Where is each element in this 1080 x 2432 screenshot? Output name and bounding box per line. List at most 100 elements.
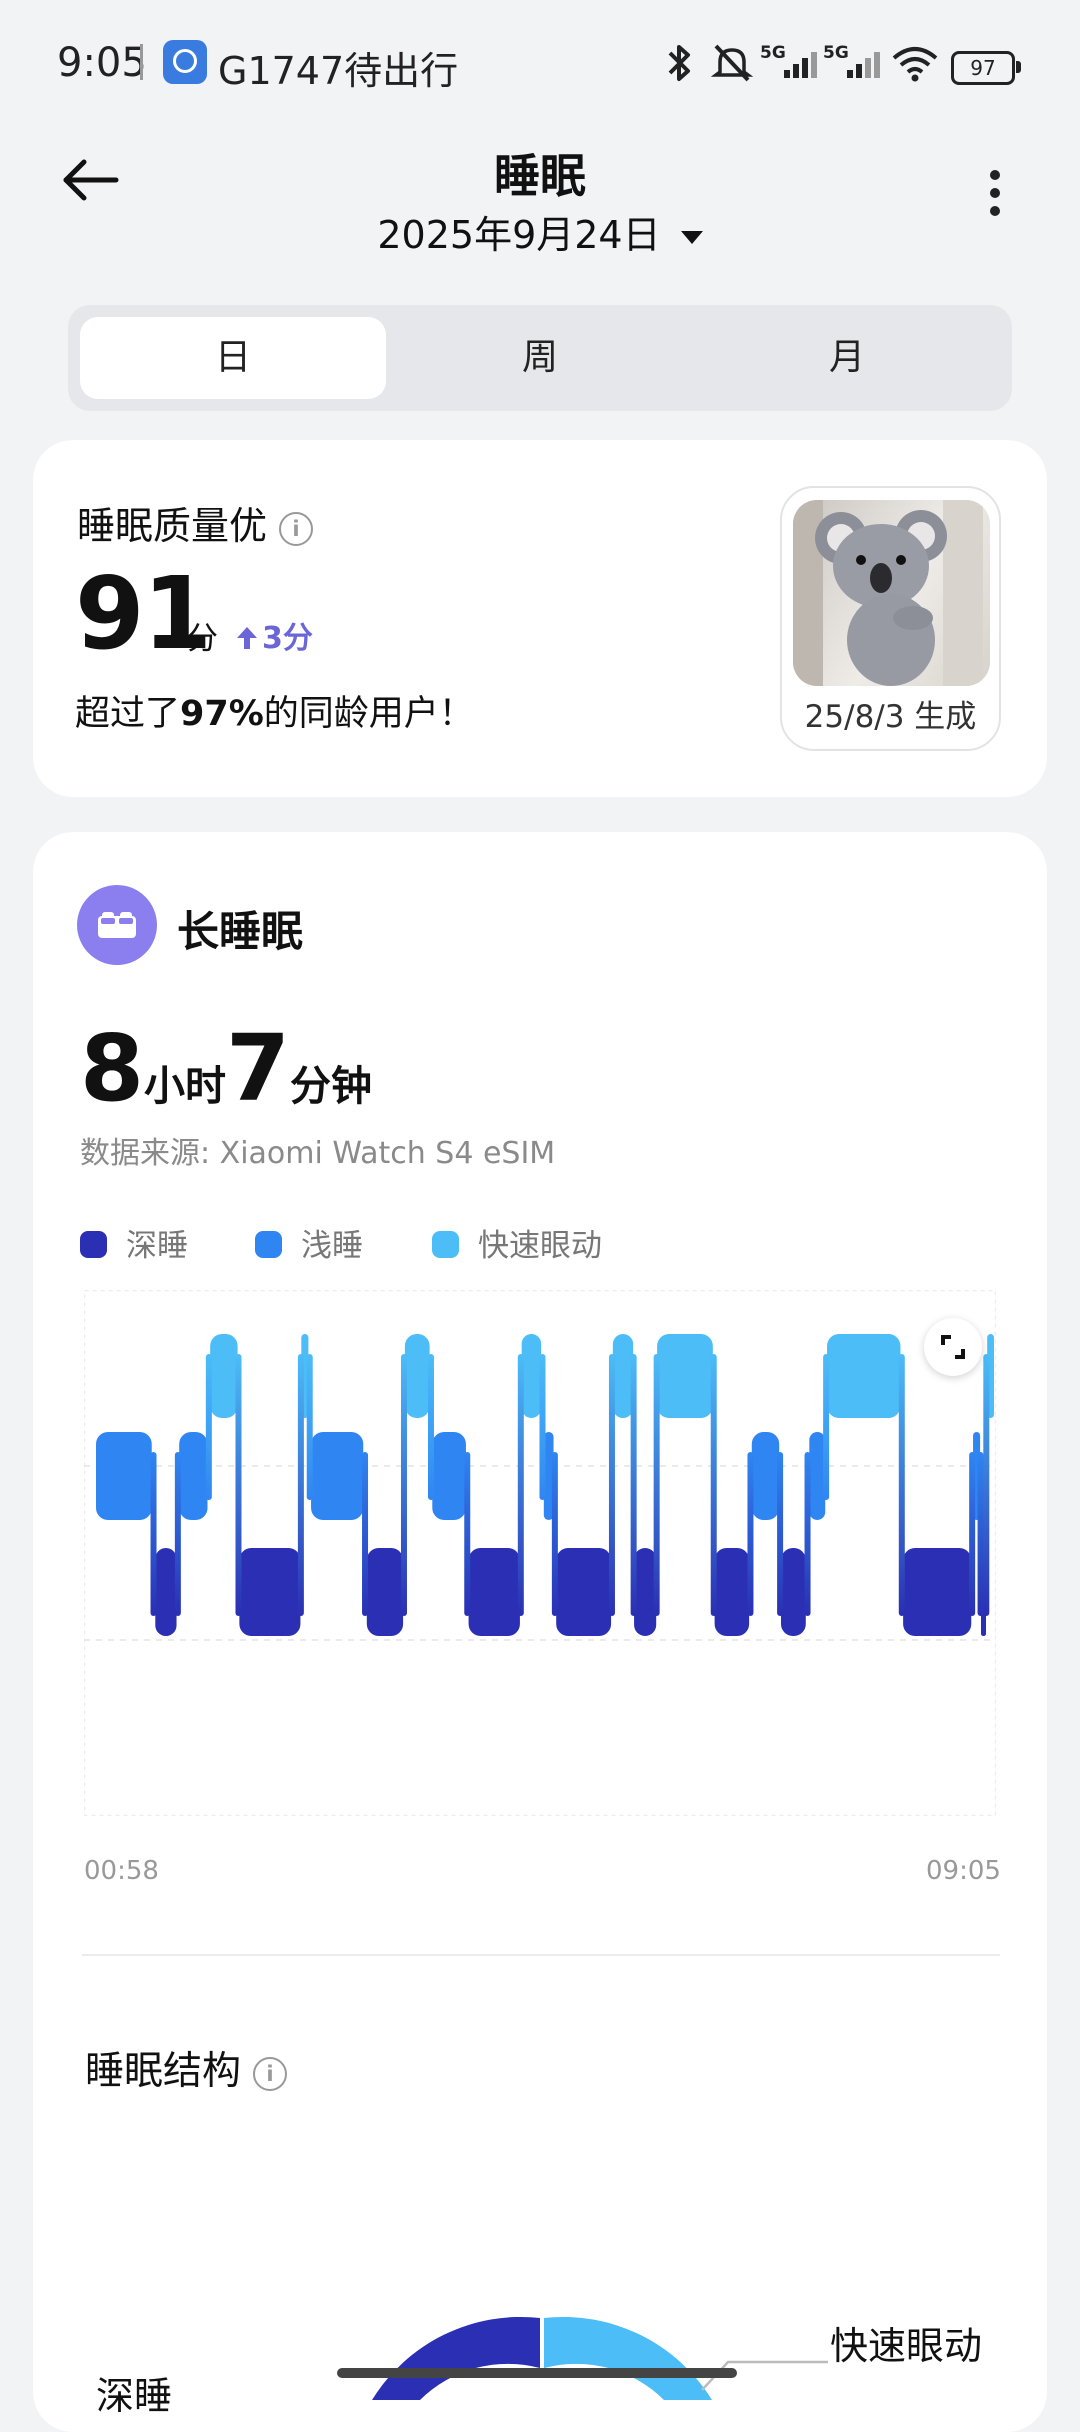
bed-icon-badge (77, 885, 157, 965)
sleep-duration: 8小时7分钟 (80, 1015, 372, 1122)
status-separator (140, 44, 143, 80)
sleep-segment (179, 1432, 208, 1520)
bluetooth-icon (668, 45, 690, 81)
sleep-segment (210, 1334, 238, 1418)
exceed-text: 超过了97%的同龄用户！ (75, 685, 474, 736)
structure-donut-chart[interactable] (360, 2310, 740, 2400)
stage-transition (297, 1354, 304, 1616)
legend-light: 浅睡 (255, 1220, 363, 1265)
sleep-segment (239, 1548, 301, 1636)
stage-transition (653, 1354, 660, 1616)
sleep-segment (612, 1334, 634, 1418)
stage-transition (464, 1452, 471, 1616)
sleep-segment (714, 1548, 750, 1636)
stage-transition (983, 1354, 990, 1616)
sleep-segment (657, 1334, 713, 1418)
page-title: 睡眠 (494, 149, 586, 203)
long-sleep-label: 长睡眠 (177, 907, 304, 956)
koala-illustration (793, 500, 983, 686)
stage-transition (898, 1354, 905, 1616)
stage-transition (205, 1354, 212, 1500)
sleep-segment (96, 1432, 152, 1520)
legend-swatch-light (255, 1231, 282, 1258)
status-notification[interactable]: G1747待出行 (218, 40, 458, 95)
home-gesture-bar[interactable] (337, 2368, 737, 2378)
structure-label-rem: 快速眼动 (830, 2324, 983, 2368)
stage-transition (539, 1354, 546, 1500)
stage-transition (710, 1354, 717, 1616)
more-options-icon[interactable] (990, 170, 1002, 220)
sleep-segment (827, 1334, 901, 1418)
info-icon[interactable]: i (253, 2056, 288, 2091)
badge-caption: 25/8/3 生成 (804, 699, 977, 735)
stage-transition (235, 1354, 242, 1616)
duration-minutes: 7 (226, 1015, 291, 1122)
arrow-up-icon (237, 627, 257, 649)
sleep-structure-title: 睡眠结构 i (85, 2040, 288, 2096)
sleep-segment (903, 1548, 972, 1636)
status-bar: 9:05 G1747待出行 5G 5G 97 (0, 0, 1080, 120)
railway-app-icon (163, 40, 207, 84)
x-axis-end: 09:05 (926, 1856, 1001, 1886)
battery-icon: 97 (951, 51, 1021, 85)
koala-image (793, 500, 990, 686)
sleep-segment (521, 1334, 542, 1418)
sleep-structure-label: 睡眠结构 (85, 2049, 242, 2094)
exceed-prefix: 超过了 (75, 694, 181, 734)
expand-icon (941, 1335, 965, 1359)
legend-rem: 快速眼动 (432, 1220, 602, 1265)
date-label: 2025年9月24日 (377, 213, 661, 257)
period-tabs: 日 周 月 (68, 305, 1012, 411)
expand-chart-button[interactable] (924, 1318, 982, 1376)
duration-hours-unit: 小时 (144, 1062, 227, 1110)
sleep-segment (780, 1548, 806, 1636)
score-delta-text: 3分 (262, 621, 313, 656)
section-divider (82, 1954, 1000, 1956)
legend-label-rem: 快速眼动 (478, 1228, 602, 1264)
sleep-segment (404, 1334, 430, 1418)
duration-minutes-unit: 分钟 (290, 1062, 373, 1110)
quality-label-text: 睡眠质量优 (77, 504, 268, 548)
stage-transition (804, 1452, 811, 1616)
legend-label-deep: 深睡 (126, 1228, 188, 1264)
stage-transition (977, 1452, 984, 1616)
sleep-segment (751, 1432, 780, 1520)
legend-swatch-rem (432, 1231, 459, 1258)
tab-day[interactable]: 日 (80, 317, 386, 399)
legend-swatch-deep (80, 1231, 107, 1258)
stage-transition (150, 1452, 157, 1616)
stage-transition (823, 1354, 830, 1500)
stage-transition (777, 1452, 784, 1616)
score-delta: 3分 (236, 613, 313, 657)
sleep-segment (634, 1548, 657, 1636)
score-unit: 分 (187, 621, 218, 657)
stage-transition (969, 1452, 976, 1616)
sleep-segment (366, 1548, 404, 1636)
stage-transition (427, 1354, 434, 1500)
sleep-segment (468, 1548, 520, 1636)
stage-transition (306, 1354, 313, 1500)
exceed-percent: 97% (180, 694, 264, 734)
koala-badge[interactable]: 25/8/3 生成 (780, 486, 1001, 751)
donut-slice-deep (372, 2316, 540, 2400)
sleep-segment (311, 1432, 364, 1520)
svg-text:5G: 5G (823, 43, 849, 63)
x-axis-start: 00:58 (84, 1856, 159, 1886)
exceed-suffix: 的同龄用户！ (263, 694, 474, 734)
sleep-stage-chart[interactable] (84, 1290, 996, 1816)
legend-deep: 深睡 (80, 1220, 188, 1265)
status-time: 9:05 (57, 40, 147, 86)
sleep-segment (155, 1548, 177, 1636)
stage-transition (630, 1354, 637, 1616)
legend-label-light: 浅睡 (301, 1228, 363, 1264)
caret-down-icon (680, 231, 703, 244)
mute-icon (710, 44, 754, 82)
data-source: 数据来源: Xiaomi Watch S4 eSIM (80, 1136, 556, 1171)
tab-month[interactable]: 月 (694, 317, 1000, 399)
info-icon[interactable]: i (279, 511, 314, 546)
quality-label: 睡眠质量优 i (77, 495, 314, 550)
stage-transition (551, 1452, 558, 1616)
tab-week[interactable]: 周 (387, 317, 693, 399)
sleep-segment (432, 1432, 466, 1520)
date-picker[interactable]: 2025年9月24日 (0, 204, 1080, 259)
